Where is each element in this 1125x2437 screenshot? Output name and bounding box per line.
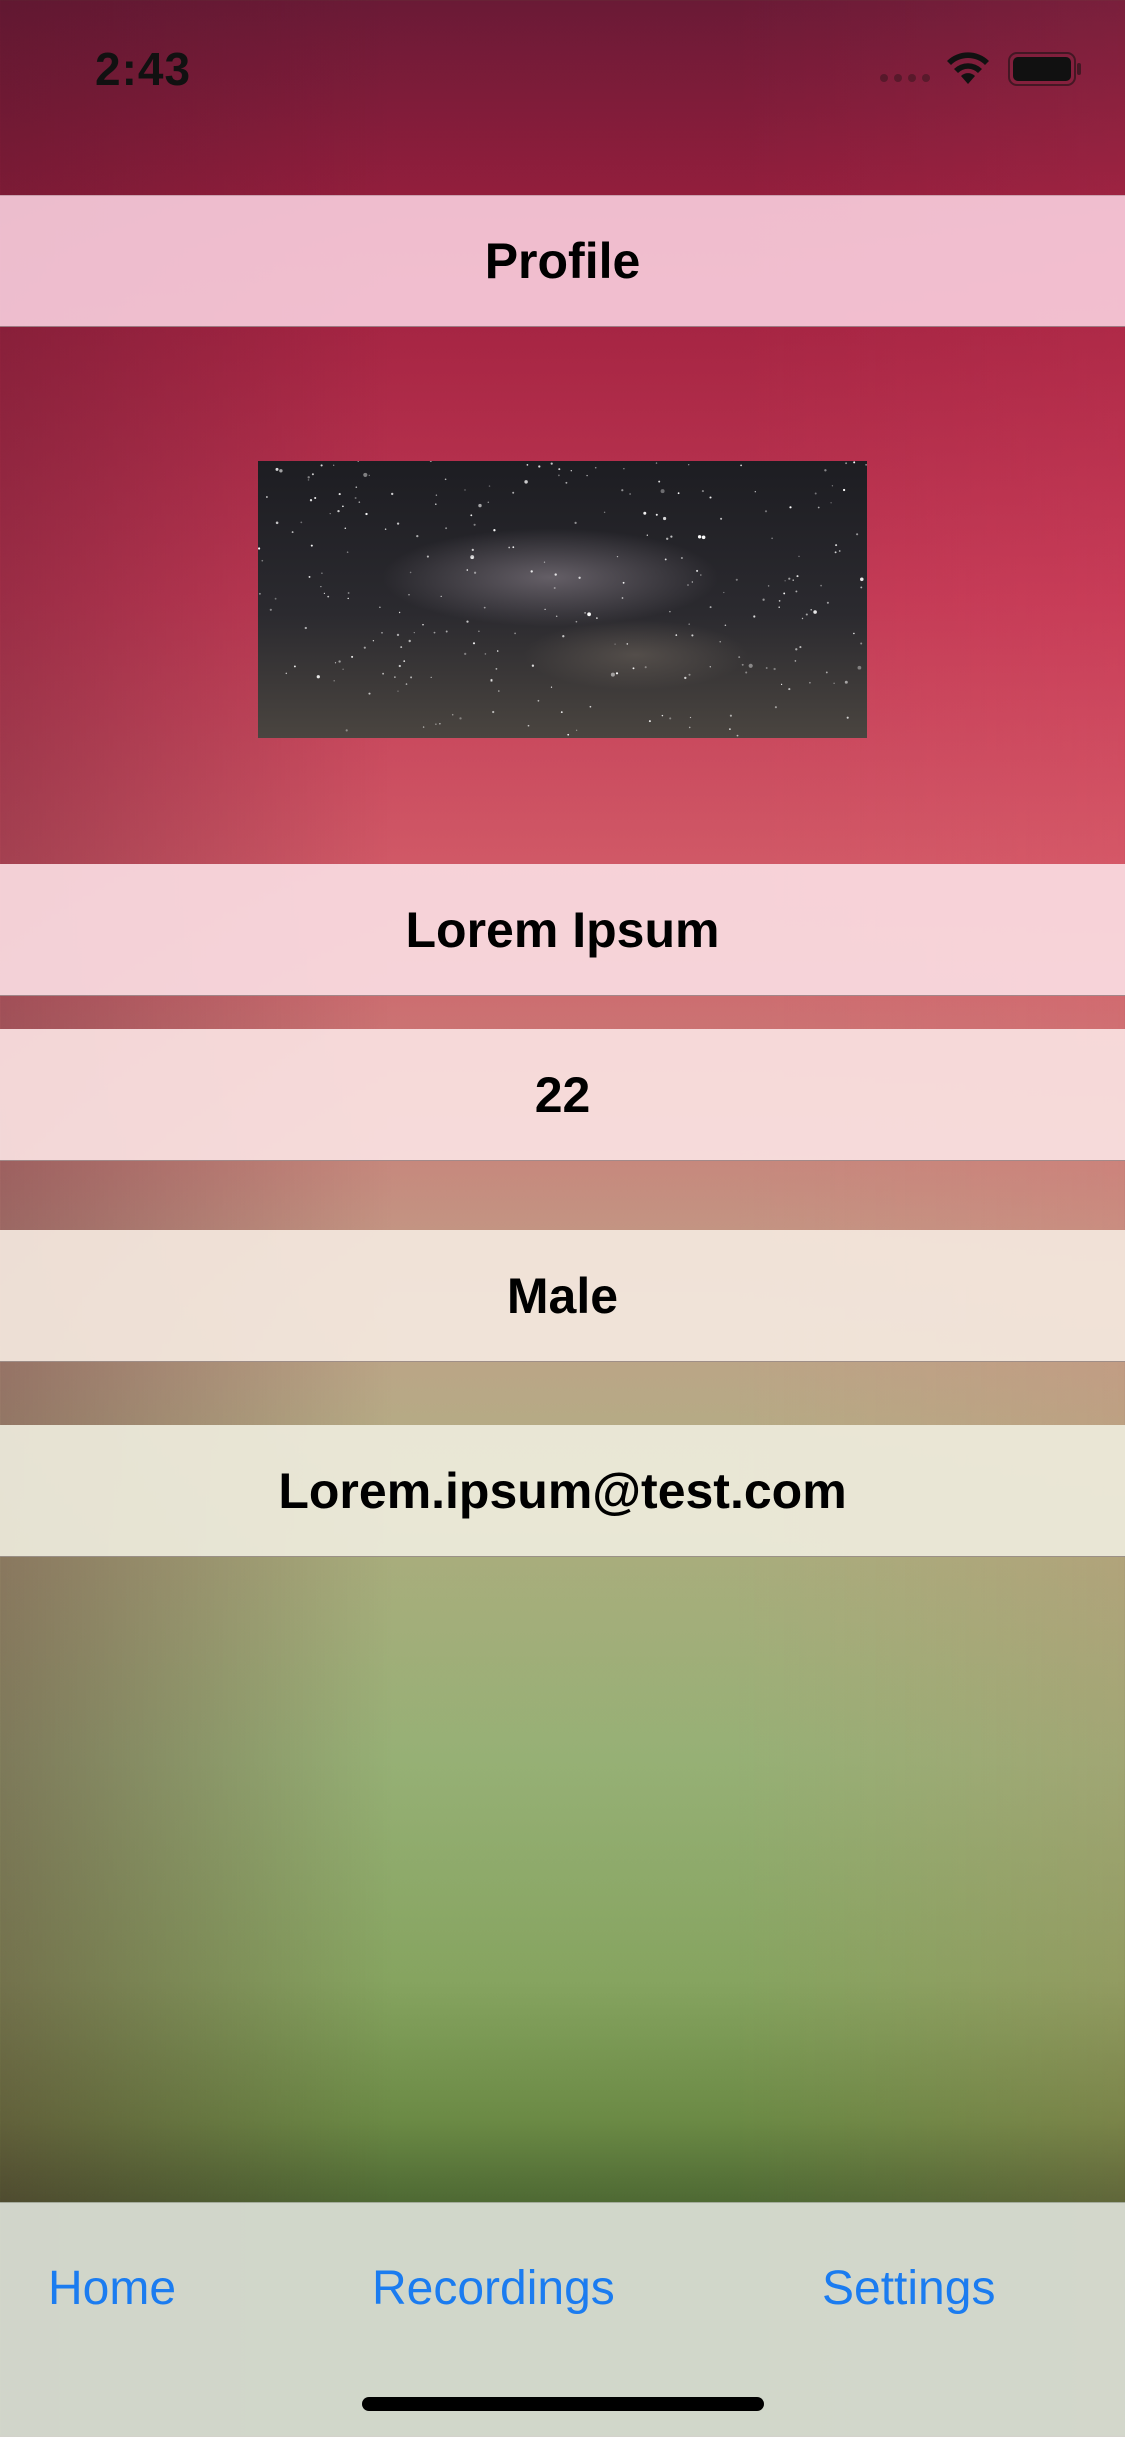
signal-dots-icon <box>880 74 930 82</box>
battery-icon <box>1008 52 1081 86</box>
profile-gender-row: Male <box>0 1230 1125 1362</box>
profile-email: Lorem.ipsum@test.com <box>278 1462 847 1519</box>
profile-name-row: Lorem Ipsum <box>0 864 1125 996</box>
tab-settings[interactable]: Settings <box>822 2261 995 2316</box>
navigation-bar: Profile <box>0 195 1125 327</box>
tab-recordings[interactable]: Recordings <box>372 2261 615 2316</box>
profile-image <box>258 461 867 738</box>
profile-age: 22 <box>534 1066 591 1123</box>
profile-age-row: 22 <box>0 1029 1125 1161</box>
tab-home[interactable]: Home <box>48 2261 176 2316</box>
page-title: Profile <box>484 233 641 289</box>
profile-email-row: Lorem.ipsum@test.com <box>0 1425 1125 1557</box>
wifi-icon <box>947 52 989 84</box>
status-bar: 2:43 <box>0 0 1125 132</box>
status-time: 2:43 <box>95 43 192 95</box>
profile-name: Lorem Ipsum <box>405 901 720 958</box>
starfield <box>258 461 867 737</box>
profile-gender: Male <box>506 1267 619 1324</box>
home-indicator[interactable] <box>362 2397 764 2411</box>
